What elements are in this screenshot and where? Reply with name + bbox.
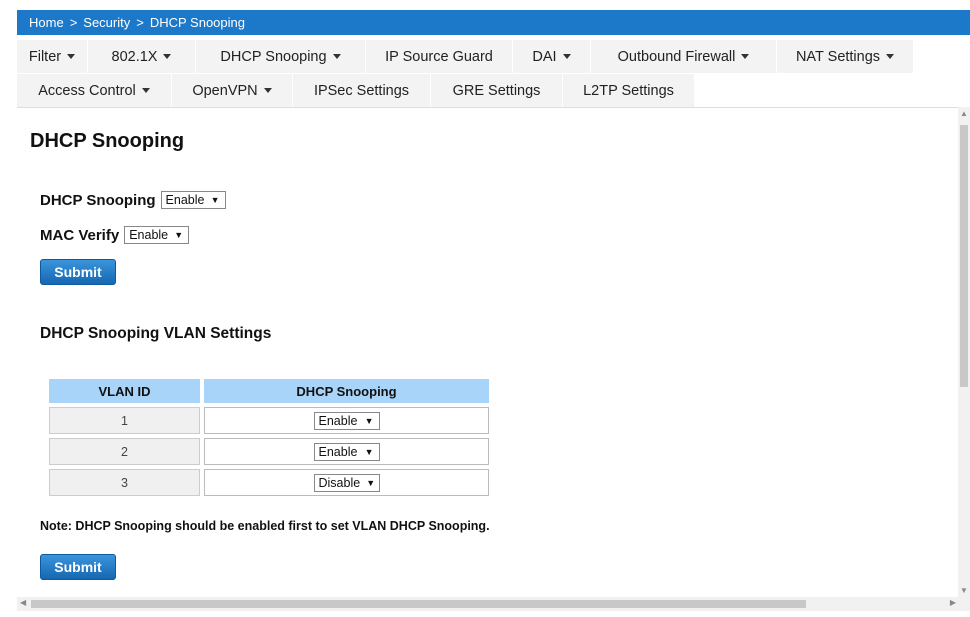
breadcrumb: Home > Security > DHCP Snooping	[17, 10, 970, 35]
tab-label: Outbound Firewall	[617, 48, 736, 65]
scrollbar-thumb[interactable]	[31, 600, 806, 608]
vlan-id-cell: 3	[49, 469, 200, 496]
selected-value: Disable	[318, 475, 361, 490]
mac-verify-row: MAC Verify Enable ▼	[40, 226, 190, 244]
table-row: 2 Enable ▼	[49, 438, 489, 465]
breadcrumb-separator: >	[69, 15, 78, 30]
vlan-snooping-select[interactable]: Disable ▼	[313, 473, 380, 492]
tab-label: Access Control	[38, 82, 136, 99]
tab-bar: Filter 802.1X DHCP Snooping IP Source Gu…	[17, 40, 970, 107]
dropdown-arrow-icon: ▼	[364, 415, 374, 426]
breadcrumb-separator: >	[136, 15, 144, 30]
scroll-right-icon[interactable]: ▶	[950, 598, 956, 607]
dropdown-arrow-icon: ▼	[364, 446, 374, 457]
vlan-snooping-select[interactable]: Enable ▼	[313, 442, 380, 461]
caret-down-icon	[163, 54, 172, 59]
tab-l2tp-settings[interactable]: L2TP Settings	[563, 74, 695, 107]
page-title: DHCP Snooping	[30, 130, 185, 152]
note-text: Note: DHCP Snooping should be enabled fi…	[40, 519, 490, 533]
tab-label: GRE Settings	[452, 82, 541, 99]
dropdown-arrow-icon: ▼	[366, 477, 376, 488]
dhcp-snooping-select[interactable]: Enable ▼	[160, 191, 226, 209]
tab-access-control[interactable]: Access Control	[17, 74, 172, 107]
scroll-down-icon[interactable]: ▼	[960, 586, 968, 595]
dhcp-snooping-label: DHCP Snooping	[40, 191, 156, 209]
dropdown-arrow-icon: ▼	[174, 230, 184, 240]
vlan-id-cell: 2	[49, 438, 200, 465]
tab-nat-settings[interactable]: NAT Settings	[777, 40, 914, 73]
tab-outbound-firewall[interactable]: Outbound Firewall	[591, 40, 777, 73]
vlan-submit-button[interactable]: Submit	[40, 554, 116, 580]
tab-8021x[interactable]: 802.1X	[88, 40, 196, 73]
column-header-dhcp-snooping: DHCP Snooping	[204, 379, 489, 403]
tab-label: L2TP Settings	[583, 82, 674, 99]
scroll-up-icon[interactable]: ▲	[960, 109, 968, 118]
selected-value: Enable	[165, 193, 205, 207]
tab-label: IP Source Guard	[385, 48, 493, 65]
snooping-cell: Disable ▼	[204, 469, 489, 496]
tab-row-1: Filter 802.1X DHCP Snooping IP Source Gu…	[17, 40, 970, 73]
caret-down-icon	[67, 54, 76, 59]
tab-label: 802.1X	[111, 48, 158, 65]
tab-ip-source-guard[interactable]: IP Source Guard	[366, 40, 513, 73]
tab-gre-settings[interactable]: GRE Settings	[431, 74, 563, 107]
tab-label: DAI	[532, 48, 557, 65]
section-title: DHCP Snooping VLAN Settings	[40, 325, 272, 342]
breadcrumb-current: DHCP Snooping	[149, 15, 245, 30]
snooping-cell: Enable ▼	[204, 407, 489, 434]
table-row: 3 Disable ▼	[49, 469, 489, 496]
tab-ipsec-settings[interactable]: IPSec Settings	[293, 74, 431, 107]
tab-label: NAT Settings	[795, 48, 881, 65]
tab-row-2: Access Control OpenVPN IPSec Settings GR…	[17, 74, 970, 107]
submit-button[interactable]: Submit	[40, 259, 116, 285]
tab-label: Filter	[28, 48, 62, 65]
caret-down-icon	[562, 54, 571, 59]
column-header-vlan-id: VLAN ID	[49, 379, 200, 403]
vlan-table: VLAN ID DHCP Snooping 1 Enable ▼ 2 Enabl…	[45, 375, 493, 500]
selected-value: Enable	[318, 413, 358, 428]
caret-down-icon	[886, 54, 895, 59]
mac-verify-label: MAC Verify	[40, 226, 120, 244]
tab-label: OpenVPN	[192, 82, 258, 99]
tab-dhcp-snooping[interactable]: DHCP Snooping	[196, 40, 366, 73]
caret-down-icon	[332, 54, 341, 59]
vlan-snooping-select[interactable]: Enable ▼	[313, 411, 380, 430]
scrollbar-thumb[interactable]	[960, 125, 968, 387]
tab-openvpn[interactable]: OpenVPN	[172, 74, 293, 107]
tab-label: DHCP Snooping	[220, 48, 327, 65]
caret-down-icon	[141, 88, 150, 93]
horizontal-scrollbar[interactable]: ◀ ▶	[17, 597, 970, 611]
breadcrumb-home[interactable]: Home	[29, 15, 64, 30]
snooping-cell: Enable ▼	[204, 438, 489, 465]
selected-value: Enable	[129, 228, 169, 242]
caret-down-icon	[263, 88, 272, 93]
caret-down-icon	[741, 54, 750, 59]
table-header-row: VLAN ID DHCP Snooping	[49, 379, 489, 403]
dropdown-arrow-icon: ▼	[210, 195, 220, 205]
scroll-left-icon[interactable]: ◀	[20, 598, 26, 607]
tab-label: IPSec Settings	[313, 82, 410, 99]
tab-filter[interactable]: Filter	[17, 40, 88, 73]
selected-value: Enable	[318, 444, 358, 459]
mac-verify-select[interactable]: Enable ▼	[124, 226, 190, 244]
vertical-scrollbar[interactable]: ▲ ▼	[958, 107, 970, 597]
tab-dai[interactable]: DAI	[513, 40, 591, 73]
content-area: DHCP Snooping DHCP Snooping Enable ▼ MAC…	[17, 107, 958, 598]
breadcrumb-security[interactable]: Security	[83, 15, 130, 30]
dhcp-snooping-row: DHCP Snooping Enable ▼	[40, 191, 226, 209]
vlan-id-cell: 1	[49, 407, 200, 434]
table-row: 1 Enable ▼	[49, 407, 489, 434]
